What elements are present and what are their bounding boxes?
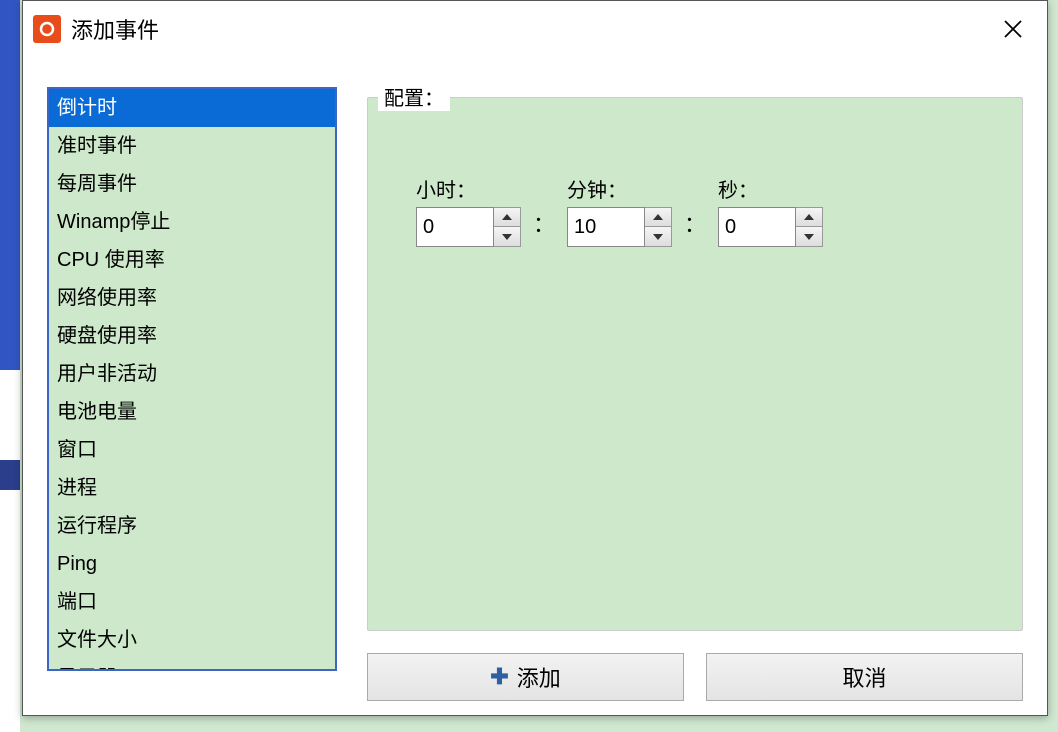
- list-item[interactable]: 准时事件: [49, 127, 335, 165]
- bg-decoration: [0, 370, 20, 732]
- cancel-button-label: 取消: [842, 661, 886, 693]
- hours-spinner: [416, 207, 521, 247]
- config-label: 配置：: [378, 82, 450, 111]
- event-type-listbox[interactable]: 倒计时准时事件每周事件Winamp停止CPU 使用率网络使用率硬盘使用率用户非活…: [47, 87, 337, 671]
- hours-down-button[interactable]: [494, 227, 520, 246]
- seconds-field: 秒：: [718, 174, 823, 247]
- seconds-spinner-buttons: [796, 207, 823, 247]
- list-item[interactable]: 窗口: [49, 431, 335, 469]
- seconds-spinner: [718, 207, 823, 247]
- dialog-title: 添加事件: [71, 13, 159, 45]
- minutes-field: 分钟：: [567, 174, 672, 247]
- list-item[interactable]: 进程: [49, 469, 335, 507]
- seconds-label: 秒：: [718, 174, 823, 203]
- list-item[interactable]: 电池电量: [49, 393, 335, 431]
- close-button[interactable]: [993, 9, 1033, 49]
- seconds-input[interactable]: [718, 207, 796, 247]
- list-item[interactable]: Ping: [49, 545, 335, 583]
- list-item[interactable]: 硬盘使用率: [49, 317, 335, 355]
- list-item[interactable]: 每周事件: [49, 165, 335, 203]
- seconds-up-button[interactable]: [796, 208, 822, 227]
- minutes-down-button[interactable]: [645, 227, 671, 246]
- dialog-content: 倒计时准时事件每周事件Winamp停止CPU 使用率网络使用率硬盘使用率用户非活…: [23, 57, 1047, 715]
- list-item[interactable]: 倒计时: [49, 89, 335, 127]
- list-item[interactable]: Winamp停止: [49, 203, 335, 241]
- list-item[interactable]: 文件大小: [49, 621, 335, 659]
- right-panel: 配置： 小时： ： 分钟：: [367, 87, 1023, 701]
- list-item[interactable]: 网络使用率: [49, 279, 335, 317]
- minutes-label: 分钟：: [567, 174, 672, 203]
- dialog-buttons: ✚ 添加 取消: [367, 653, 1023, 701]
- list-item[interactable]: 用户非活动: [49, 355, 335, 393]
- list-item[interactable]: 运行程序: [49, 507, 335, 545]
- hours-label: 小时：: [416, 174, 521, 203]
- add-button-label: 添加: [517, 661, 561, 693]
- minutes-spinner-buttons: [645, 207, 672, 247]
- seconds-down-button[interactable]: [796, 227, 822, 246]
- app-icon: [33, 15, 61, 43]
- add-button[interactable]: ✚ 添加: [367, 653, 684, 701]
- list-item[interactable]: 显示器: [49, 659, 335, 671]
- colon-separator: ：: [680, 207, 710, 247]
- colon-separator: ：: [529, 207, 559, 247]
- time-row: 小时： ： 分钟：: [368, 98, 1022, 247]
- cancel-button[interactable]: 取消: [706, 653, 1023, 701]
- add-event-dialog: 添加事件 倒计时准时事件每周事件Winamp停止CPU 使用率网络使用率硬盘使用…: [22, 0, 1048, 716]
- config-group: 配置： 小时： ： 分钟：: [367, 97, 1023, 631]
- plus-icon: ✚: [490, 664, 508, 690]
- minutes-spinner: [567, 207, 672, 247]
- list-item[interactable]: CPU 使用率: [49, 241, 335, 279]
- hours-spinner-buttons: [494, 207, 521, 247]
- minutes-input[interactable]: [567, 207, 645, 247]
- titlebar: 添加事件: [23, 1, 1047, 57]
- hours-up-button[interactable]: [494, 208, 520, 227]
- list-item[interactable]: 端口: [49, 583, 335, 621]
- hours-input[interactable]: [416, 207, 494, 247]
- bg-decoration: [0, 460, 20, 490]
- minutes-up-button[interactable]: [645, 208, 671, 227]
- hours-field: 小时：: [416, 174, 521, 247]
